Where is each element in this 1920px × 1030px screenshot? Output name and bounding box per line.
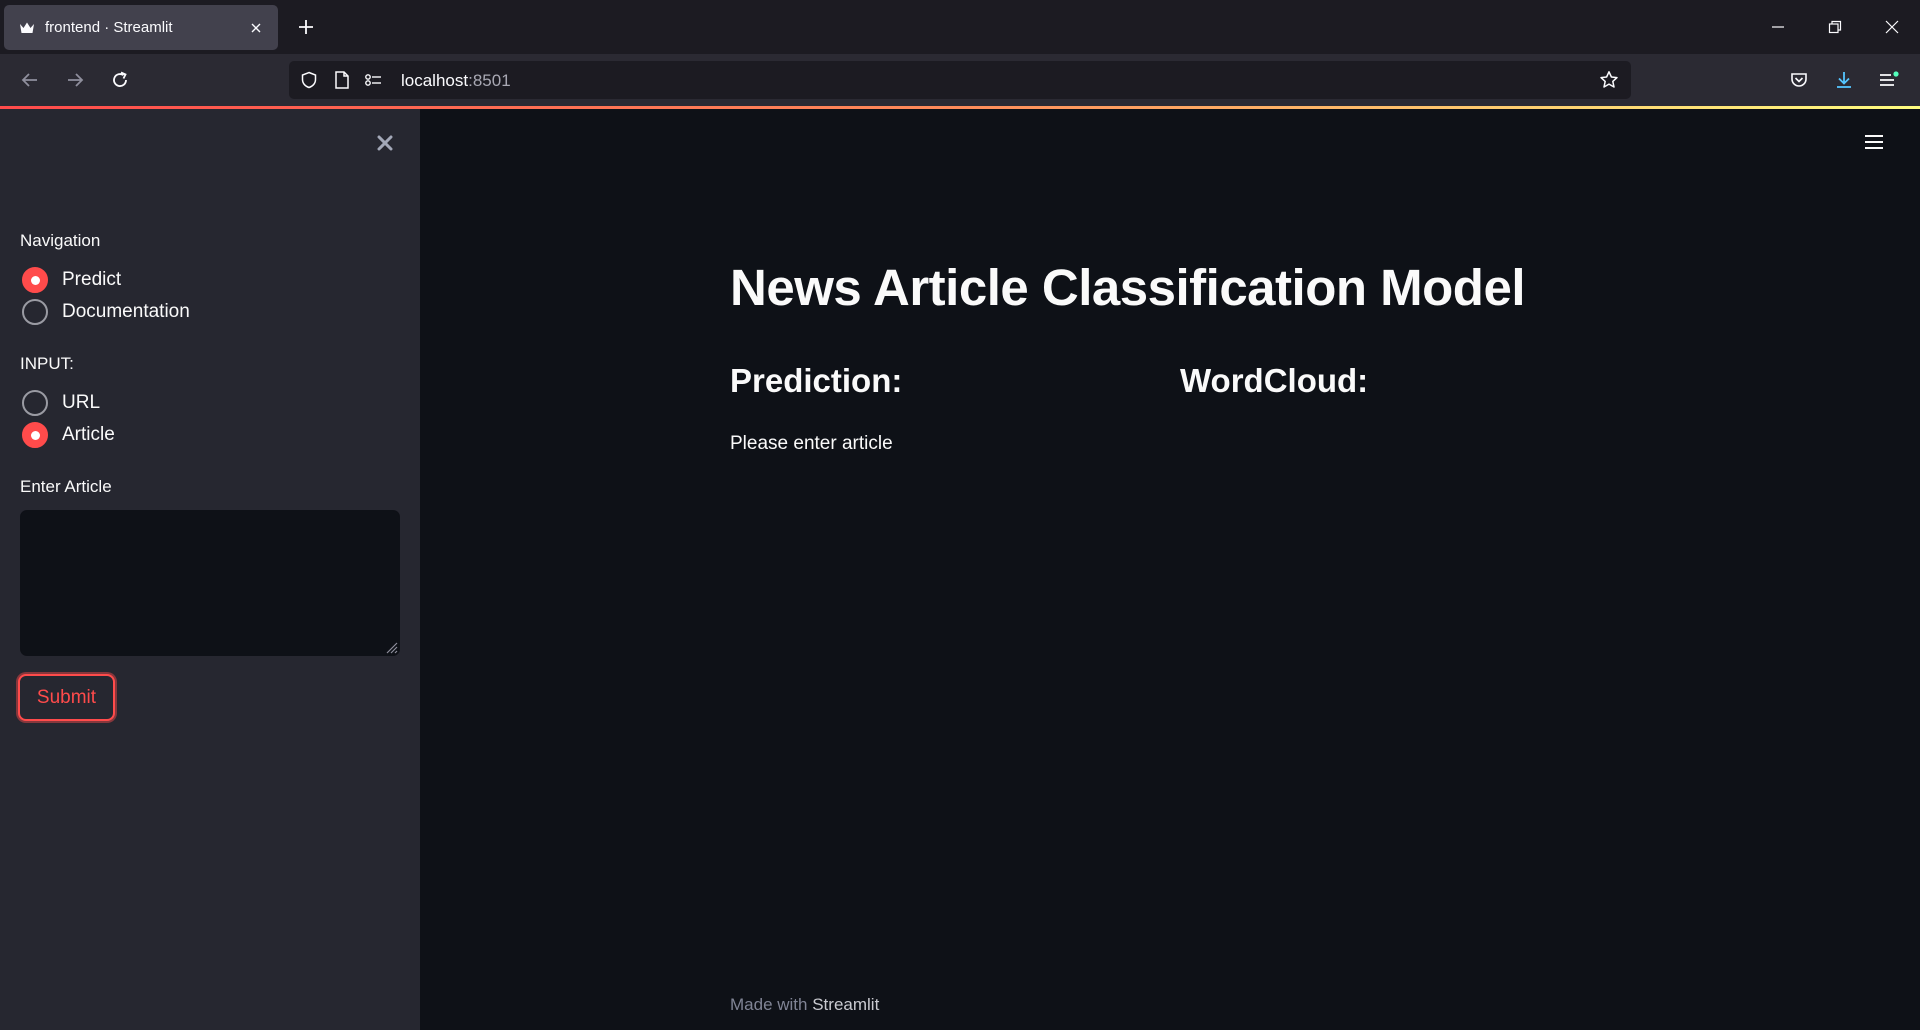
radio-label: Predict (62, 269, 122, 290)
new-tab-plus-icon[interactable] (294, 15, 318, 39)
app-menu-icon[interactable] (1875, 66, 1903, 94)
footer-made-with: Made with (730, 995, 808, 1014)
tab-close-icon[interactable] (246, 18, 266, 38)
radio-url[interactable]: URL (22, 389, 100, 417)
navigation-label: Navigation (20, 231, 101, 250)
browser-tab[interactable]: frontend · Streamlit (4, 5, 278, 50)
prediction-heading: Prediction: (730, 362, 903, 399)
enter-article-label: Enter Article (20, 477, 112, 496)
radio-label: URL (62, 392, 101, 413)
pocket-icon[interactable] (1785, 66, 1813, 94)
close-window-icon[interactable] (1879, 14, 1905, 40)
bookmark-star-icon[interactable] (1599, 70, 1619, 90)
radio-label: Documentation (62, 301, 190, 322)
resize-grip-icon[interactable] (384, 640, 398, 654)
url-text[interactable]: localhost:8501 (401, 71, 511, 91)
radio-button[interactable] (22, 267, 48, 293)
url-host: localhost (401, 71, 469, 90)
prediction-message: Please enter article (730, 433, 893, 454)
back-arrow-icon[interactable] (16, 66, 44, 94)
radio-label: Article (62, 424, 115, 445)
radio-documentation[interactable]: Documentation (22, 298, 190, 326)
footer: Made with Streamlit (730, 995, 879, 1015)
downloads-icon[interactable] (1830, 66, 1858, 94)
radio-button[interactable] (22, 390, 48, 416)
radio-button[interactable] (22, 422, 48, 448)
streamlit-crown-icon (18, 19, 36, 37)
page-title: News Article Classification Model (730, 259, 1526, 316)
radio-predict[interactable]: Predict (22, 266, 121, 294)
footer-streamlit-link[interactable]: Streamlit (812, 995, 879, 1014)
url-bar[interactable]: localhost:8501 (289, 61, 1631, 99)
input-label: INPUT: (20, 354, 74, 373)
article-textarea[interactable] (20, 510, 400, 656)
forward-arrow-icon[interactable] (61, 66, 89, 94)
radio-article[interactable]: Article (22, 421, 115, 449)
hamburger-menu-icon[interactable] (1862, 130, 1886, 154)
radio-button[interactable] (22, 299, 48, 325)
tab-title: frontend · Streamlit (45, 19, 173, 36)
sidebar-close-icon[interactable] (372, 130, 398, 156)
url-port: :8501 (468, 71, 511, 90)
restore-icon[interactable] (1822, 14, 1848, 40)
sidebar: Navigation Predict Documentation INPUT: … (0, 109, 420, 1030)
wordcloud-heading: WordCloud: (1180, 362, 1369, 399)
submit-button[interactable]: Submit (18, 674, 115, 721)
reload-icon[interactable] (106, 66, 134, 94)
shield-icon[interactable] (299, 70, 319, 90)
permissions-icon[interactable] (364, 70, 384, 90)
page-icon[interactable] (332, 70, 352, 90)
browser-nav-bar: localhost:8501 (0, 54, 1920, 106)
browser-tab-bar: frontend · Streamlit (0, 0, 1920, 54)
minimize-icon[interactable] (1765, 14, 1791, 40)
